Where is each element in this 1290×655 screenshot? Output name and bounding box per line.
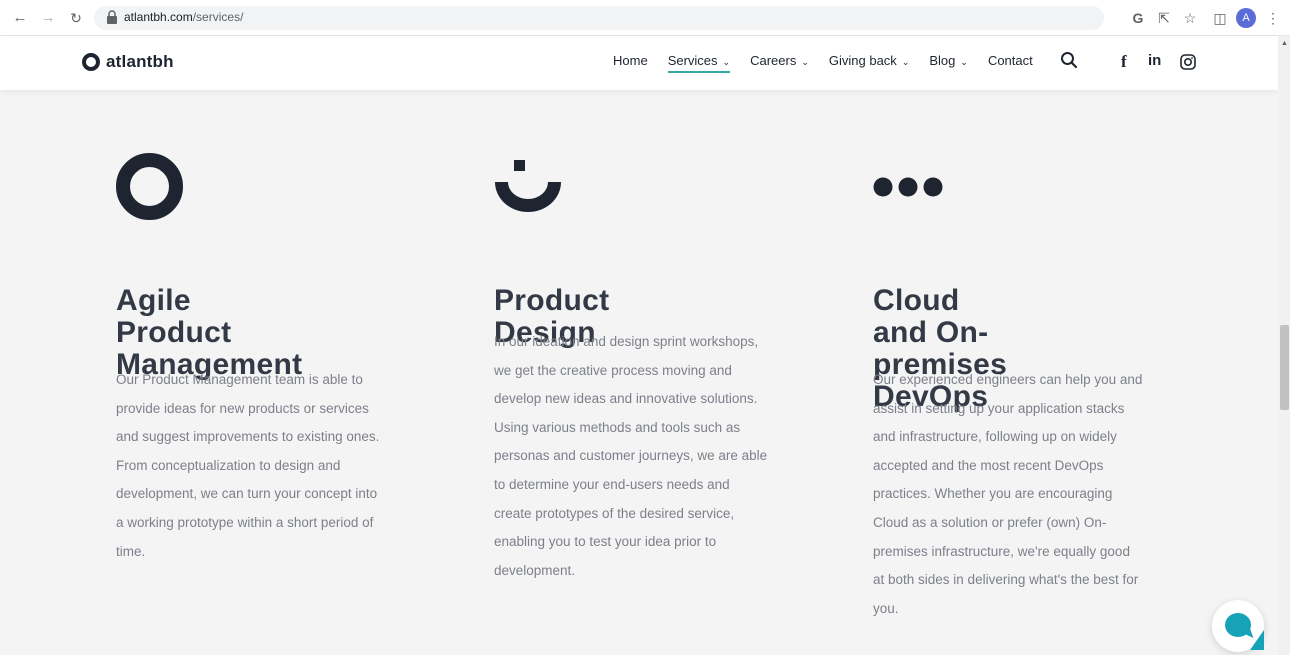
instagram-icon[interactable]: [1180, 54, 1196, 70]
address-bar[interactable]: atlantbh.com/services/: [94, 6, 1104, 30]
search-icon[interactable]: [1060, 51, 1078, 69]
logo-mark-icon: [82, 53, 100, 71]
chevron-down-icon: ⌄: [901, 57, 910, 67]
main-nav: Home Services ⌄ Careers ⌄ Giving back ⌄ Blo…: [613, 53, 1053, 73]
nav-item-careers[interactable]: Careers ⌄: [750, 53, 809, 68]
url-text: atlantbh.com/services/: [124, 10, 244, 24]
nav-item-contact[interactable]: Contact: [988, 53, 1033, 68]
site-header: atlantbh Home Services ⌄ Careers ⌄ Giving …: [0, 36, 1278, 90]
nav-item-services[interactable]: Services ⌄: [667, 53, 731, 73]
browser-toolbar: ← → ↻ atlantbh.com/services/ G ⇱ ☆ ◫ A ⋮: [0, 0, 1290, 36]
chevron-down-icon: ⌄: [722, 57, 731, 67]
lock-icon: [107, 10, 117, 24]
profile-avatar[interactable]: A: [1236, 8, 1256, 28]
google-icon[interactable]: G: [1130, 9, 1146, 27]
service-description: Our Product Management team is able to p…: [116, 372, 380, 559]
nav-item-giving-back[interactable]: Giving back ⌄: [829, 53, 909, 68]
logo[interactable]: atlantbh: [82, 52, 174, 72]
dots-icon: [873, 177, 943, 197]
nav-item-blog[interactable]: Blog ⌄: [929, 53, 968, 68]
chevron-down-icon: ⌄: [960, 57, 968, 67]
reload-icon[interactable]: ↻: [66, 8, 86, 28]
logo-text: atlantbh: [106, 52, 174, 71]
back-icon[interactable]: ←: [10, 8, 30, 28]
service-description: In our ideation and design sprint worksh…: [494, 334, 768, 578]
forward-icon[interactable]: →: [38, 8, 58, 28]
kebab-menu-icon[interactable]: ⋮: [1266, 9, 1280, 27]
ring-icon: [116, 153, 183, 220]
scrollbar-thumb[interactable]: [1280, 325, 1289, 410]
linkedin-icon[interactable]: in: [1148, 52, 1161, 69]
arc-icon: [495, 160, 561, 212]
chat-bubble-tail: [1240, 628, 1254, 642]
chevron-down-icon: ⌄: [801, 57, 809, 67]
share-icon[interactable]: ⇱: [1156, 9, 1172, 27]
facebook-icon[interactable]: f: [1121, 52, 1127, 72]
side-panel-icon[interactable]: ◫: [1212, 9, 1228, 27]
bookmark-star-icon[interactable]: ☆: [1182, 9, 1198, 27]
scroll-up-icon[interactable]: ▲: [1281, 40, 1288, 47]
nav-item-home[interactable]: Home: [613, 53, 648, 68]
service-description: Our experienced engineers can help you a…: [873, 372, 1143, 616]
